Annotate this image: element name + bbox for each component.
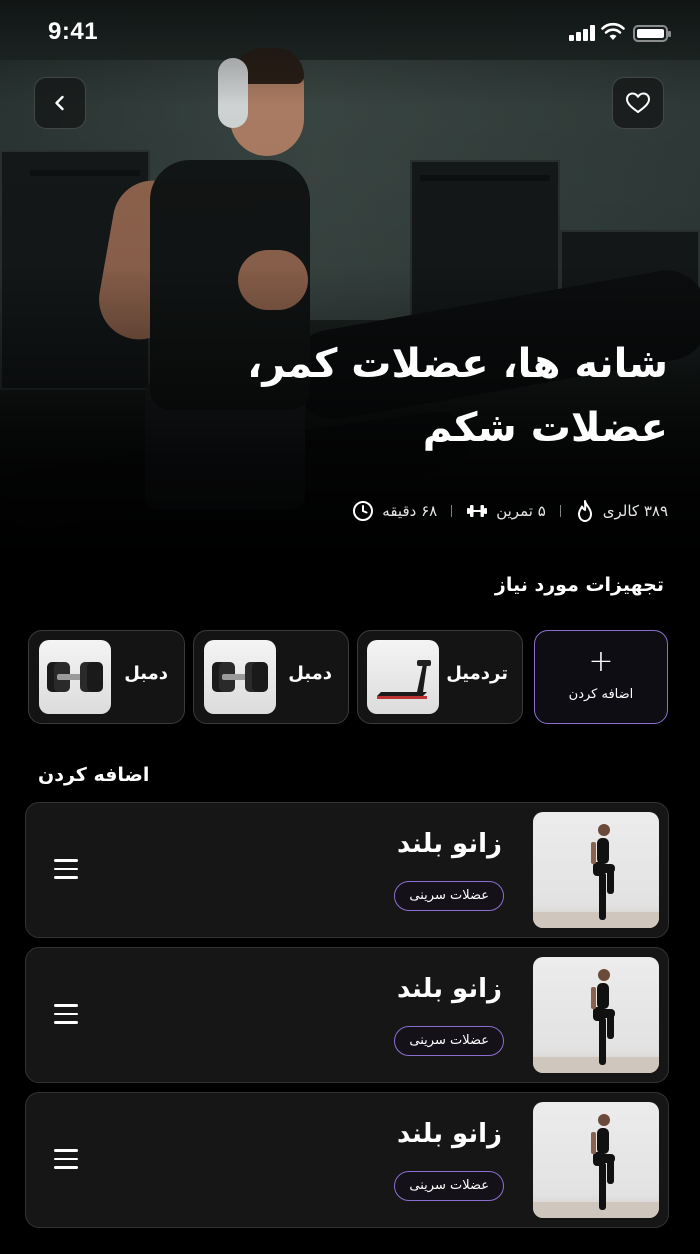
stat-exercises-label: ۵ تمرین: [496, 502, 546, 520]
equipment-card-treadmill[interactable]: تردمیل: [357, 630, 523, 724]
exercise-name: زانو بلند: [396, 1119, 502, 1149]
chevron-left-icon: [55, 95, 64, 111]
exercise-image: [533, 957, 659, 1073]
exercises-section-title: اضافه کردن: [38, 764, 150, 786]
equipment-label: دمبل: [288, 663, 332, 684]
exercise-card[interactable]: زانو بلند عضلات سرینی: [25, 802, 669, 938]
drag-handle-icon[interactable]: [54, 1004, 78, 1024]
cellular-signal-icon: [569, 25, 595, 41]
stat-calories: ۳۸۹ کالری: [575, 499, 668, 523]
treadmill-image: [367, 640, 439, 714]
stat-duration-label: ۶۸ دقیقه: [382, 502, 438, 520]
stat-calories-label: ۳۸۹ کالری: [602, 502, 668, 520]
battery-icon: [633, 25, 671, 42]
heart-icon: [626, 92, 650, 113]
exercise-name: زانو بلند: [396, 829, 502, 859]
flame-icon: [577, 500, 592, 522]
muscle-tag: عضلات سرینی: [394, 1171, 504, 1201]
stat-exercises: ۵ تمرین: [466, 502, 546, 520]
plus-icon: +: [588, 644, 614, 679]
add-equipment-button[interactable]: + اضافه کردن: [534, 630, 668, 724]
stat-duration: ۶۸ دقیقه: [352, 500, 437, 522]
exercise-image: [533, 812, 659, 928]
exercise-name: زانو بلند: [396, 974, 502, 1004]
equipment-section-title: تجهیزات مورد نیاز: [494, 574, 664, 596]
muscle-tag: عضلات سرینی: [394, 1026, 504, 1056]
equipment-card-dumbbell[interactable]: دمبل: [28, 630, 185, 724]
dumbbell-image: [39, 640, 111, 714]
exercise-image: [533, 1102, 659, 1218]
favorite-button[interactable]: [612, 77, 664, 129]
add-equipment-label: اضافه کردن: [568, 687, 634, 702]
dumbbell-icon: [467, 505, 488, 517]
equipment-label: تردمیل: [446, 663, 508, 684]
drag-handle-icon[interactable]: [54, 1149, 78, 1169]
workout-stats: ۳۸۹ کالری ۵ تمرین ۶۸ دقیقه: [352, 496, 668, 526]
wifi-icon: [601, 22, 625, 42]
equipment-label: دمبل: [124, 663, 168, 684]
workout-title: شانه ها، عضلات کمر، عضلات شکم: [247, 341, 668, 451]
back-button[interactable]: [34, 77, 86, 129]
exercise-card[interactable]: زانو بلند عضلات سرینی: [25, 1092, 669, 1228]
exercise-card[interactable]: زانو بلند عضلات سرینی: [25, 947, 669, 1083]
equipment-list: دمبل دمبل تردمیل + اضافه کردن: [28, 630, 668, 724]
drag-handle-icon[interactable]: [54, 859, 78, 879]
equipment-card-dumbbell[interactable]: دمبل: [193, 630, 349, 724]
status-bar: 9:41: [0, 0, 700, 68]
muscle-tag: عضلات سرینی: [394, 881, 504, 911]
dumbbell-image: [204, 640, 276, 714]
clock-icon: [353, 501, 374, 521]
status-time: 9:41: [48, 18, 99, 45]
